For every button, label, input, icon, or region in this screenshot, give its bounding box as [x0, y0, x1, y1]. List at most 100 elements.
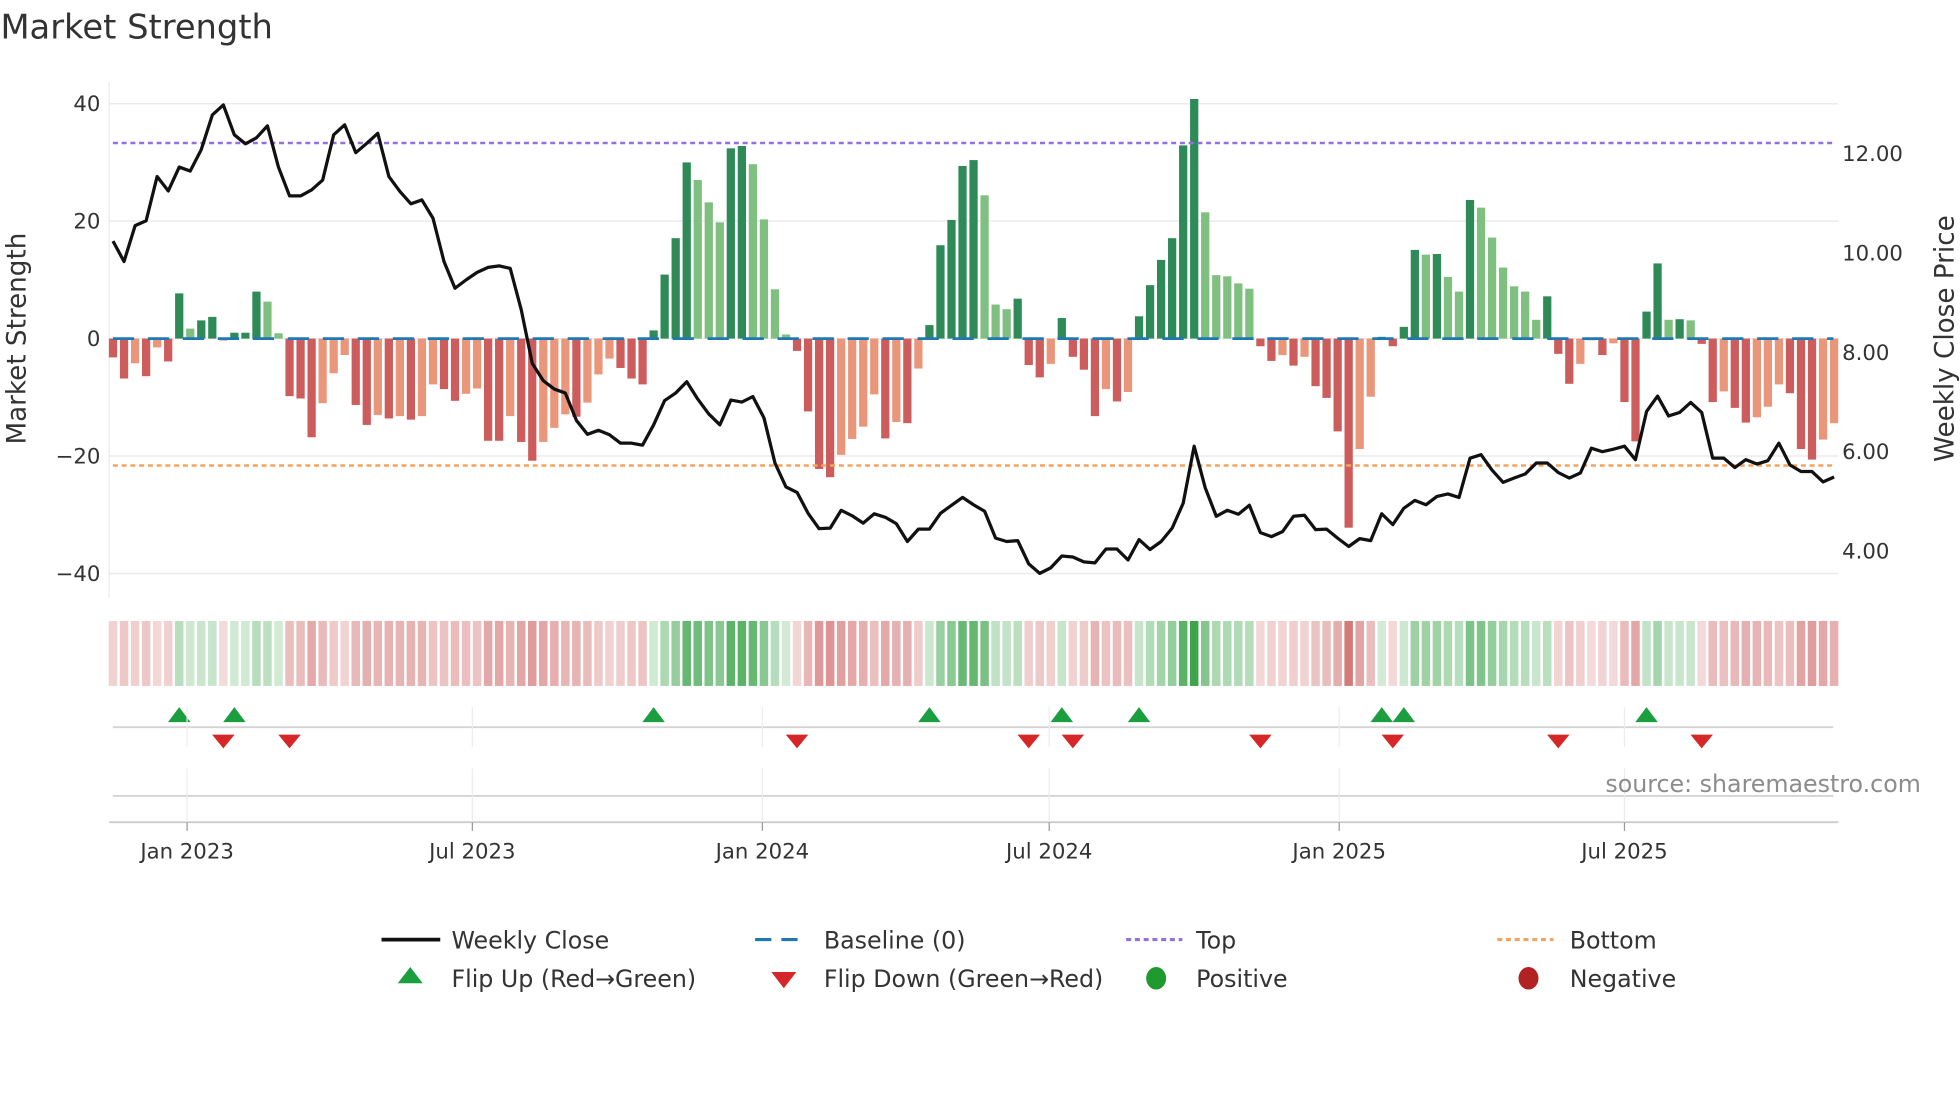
legend-weekly-close: Weekly Close — [451, 926, 609, 954]
strength-bar — [1498, 267, 1508, 339]
y-tick-label: 40 — [73, 92, 100, 117]
left-axis-ticks: 40 20 0 −20 −40 — [56, 92, 101, 587]
strength-bar — [141, 338, 151, 377]
strength-bar — [583, 338, 592, 403]
strength-bar — [1609, 338, 1618, 344]
heat-cell — [1675, 620, 1684, 686]
strength-bar — [1675, 319, 1684, 339]
heat-cell — [969, 620, 978, 686]
strength-bar — [340, 338, 349, 356]
heat-cell — [1101, 620, 1111, 686]
strength-bar — [1278, 338, 1287, 356]
heat-cell — [1465, 620, 1475, 686]
flip-up-marker — [642, 707, 665, 723]
strength-bar — [1465, 200, 1475, 339]
strength-bar — [1642, 311, 1651, 339]
strength-bar — [1565, 338, 1574, 384]
heat-cell — [417, 620, 427, 686]
heat-cell — [1421, 620, 1431, 686]
heat-cell — [572, 620, 581, 686]
heat-cell — [539, 620, 548, 686]
strength-bar — [594, 338, 603, 375]
heat-cell — [241, 620, 250, 686]
strength-bar — [395, 338, 404, 417]
strength-bar — [1344, 338, 1353, 528]
heat-cell — [1289, 620, 1298, 686]
strength-bar — [1024, 338, 1033, 366]
strength-bar — [318, 338, 327, 404]
heat-cell — [185, 620, 195, 686]
heat-cell — [825, 620, 835, 686]
heat-cell — [1311, 620, 1320, 686]
heat-cell — [1410, 620, 1420, 686]
heat-cell — [892, 620, 901, 686]
heat-cell — [881, 620, 890, 686]
heat-cell — [505, 620, 515, 686]
flip-down-marker — [278, 734, 301, 749]
heat-cell — [1443, 620, 1453, 686]
strength-bar — [164, 338, 173, 362]
heat-cell — [936, 620, 945, 686]
strength-bar — [792, 338, 802, 351]
heat-cell — [1730, 620, 1740, 686]
heat-cell — [682, 620, 691, 686]
heat-cell — [252, 620, 261, 686]
strength-bar — [892, 338, 901, 422]
heat-cell — [1697, 620, 1706, 686]
strength-bar — [1355, 338, 1364, 449]
strength-bar — [373, 338, 382, 415]
heat-cell — [847, 620, 857, 686]
heat-cell — [108, 620, 118, 686]
strength-bar — [450, 338, 460, 401]
strength-bar — [1410, 249, 1419, 339]
heat-cell — [1509, 620, 1519, 686]
heat-cell — [174, 620, 184, 686]
strength-bar — [572, 338, 581, 417]
heat-cell — [1476, 620, 1486, 686]
heat-cell — [958, 620, 967, 686]
heat-cell — [1807, 620, 1817, 686]
heat-cell — [726, 620, 736, 686]
flip-down-marker — [1547, 734, 1570, 749]
strength-bar — [263, 301, 272, 339]
strength-bar — [1719, 338, 1728, 392]
strength-bar — [1311, 338, 1320, 387]
strength-bar — [1201, 212, 1210, 339]
strength-bar — [1598, 338, 1607, 356]
strength-bar — [1399, 326, 1408, 339]
heat-cell — [638, 620, 647, 686]
strength-bar — [1090, 338, 1100, 417]
strength-bar — [550, 338, 559, 428]
heat-cell — [1046, 620, 1056, 686]
strength-bar — [1267, 338, 1276, 361]
flip-down-marker — [785, 734, 809, 749]
strength-bars — [108, 99, 1839, 528]
strength-bar — [682, 162, 691, 339]
heat-cell — [439, 620, 449, 686]
strength-bar — [991, 304, 1000, 339]
heat-cell — [428, 620, 438, 686]
strength-bar — [130, 338, 140, 364]
strength-bar — [208, 316, 217, 339]
strength-bar — [1774, 338, 1784, 385]
flip-down-marker — [212, 734, 235, 749]
legend-top: Top — [1195, 926, 1236, 954]
heat-cell — [285, 620, 294, 686]
heat-cell — [627, 620, 636, 686]
heat-cell — [1752, 620, 1762, 686]
strength-bar — [605, 338, 614, 359]
heat-cell — [130, 620, 140, 686]
strength-bar — [1432, 254, 1442, 339]
flip-down-marker — [1690, 734, 1713, 749]
heat-cell — [1796, 620, 1806, 686]
heat-cell — [1741, 620, 1751, 686]
strength-bar — [1002, 309, 1011, 339]
heat-cell — [1300, 620, 1309, 686]
strength-bar — [1145, 285, 1155, 339]
heat-cell — [219, 620, 228, 686]
strength-bar — [362, 338, 371, 425]
negative-circle-icon — [1518, 967, 1539, 990]
strength-bar — [1234, 283, 1243, 339]
strength-bar — [1245, 288, 1254, 339]
heat-cell — [914, 620, 923, 686]
